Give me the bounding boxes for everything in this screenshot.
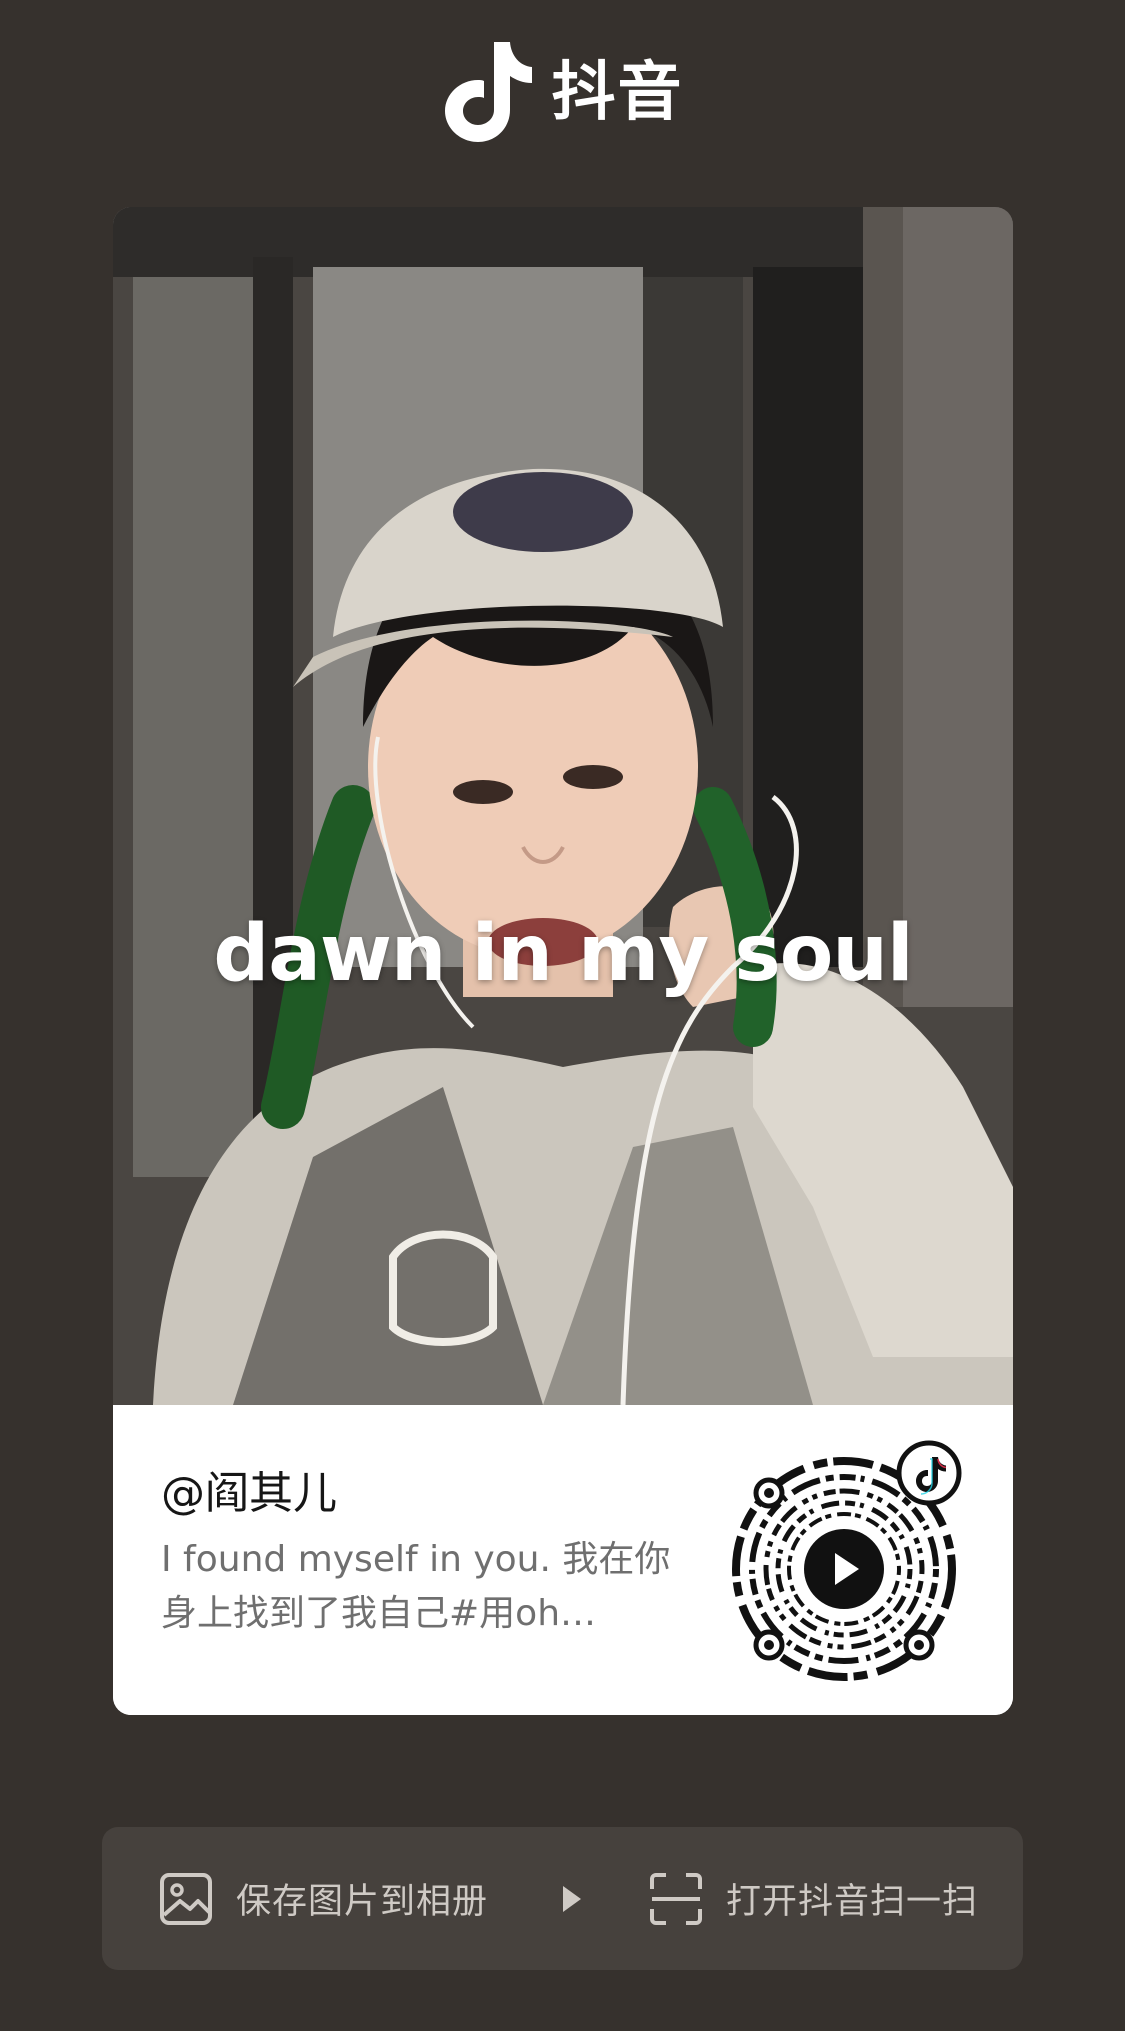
action-bar: 保存图片到相册 打开抖音扫一扫 bbox=[102, 1827, 1023, 1970]
app-header: 抖音 bbox=[0, 38, 1125, 148]
open-douyin-scan-label: 打开抖音扫一扫 bbox=[726, 1882, 979, 1922]
author-name[interactable]: @阎其儿 bbox=[161, 1457, 337, 1521]
video-cover[interactable]: dawn in my soul bbox=[113, 207, 1013, 1405]
video-description: I found myself in you. 我在你身上找到了我自己#用oh… bbox=[161, 1539, 671, 1634]
app-name: 抖音 bbox=[551, 56, 684, 130]
share-card[interactable]: dawn in my soul @阎其儿 I found myself in y… bbox=[113, 207, 1013, 1715]
open-douyin-scan-button[interactable]: 打开抖音扫一扫 bbox=[648, 1827, 978, 1970]
scan-icon bbox=[650, 1872, 702, 1925]
card-info: @阎其儿 I found myself in you. 我在你身上找到了我自己#… bbox=[113, 1405, 1013, 1715]
cover-caption: dawn in my soul bbox=[213, 909, 913, 999]
save-to-album-label: 保存图片到相册 bbox=[236, 1882, 489, 1922]
cover-image bbox=[113, 207, 1013, 1405]
douyin-logo-icon bbox=[444, 42, 532, 142]
image-icon bbox=[160, 1872, 212, 1925]
qr-code[interactable] bbox=[731, 1439, 981, 1689]
save-to-album-button[interactable]: 保存图片到相册 bbox=[158, 1827, 488, 1970]
triangle-right-icon bbox=[563, 1886, 581, 1912]
